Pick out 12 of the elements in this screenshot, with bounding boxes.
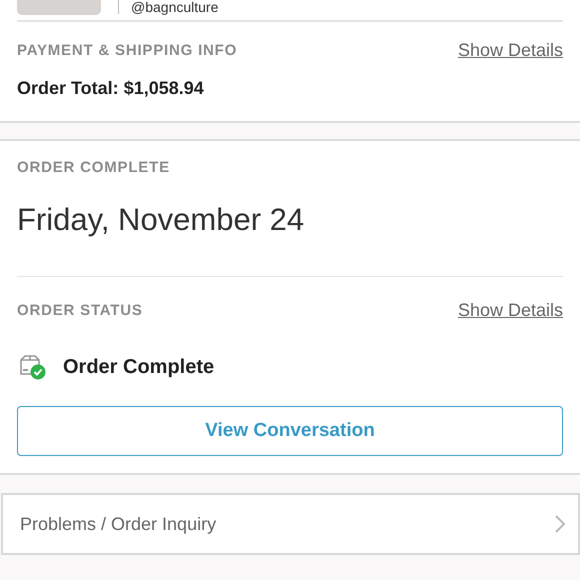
seller-handle: @bagnculture <box>131 0 218 15</box>
section-heading: ORDER COMPLETE <box>17 159 170 176</box>
show-details-link[interactable]: Show Details <box>458 40 563 61</box>
view-conversation-button[interactable]: View Conversation <box>17 406 563 456</box>
section-heading: ORDER STATUS <box>17 302 143 319</box>
order-total: Order Total: $1,058.94 <box>17 77 205 100</box>
section-heading: PAYMENT & SHIPPING INFO <box>17 42 238 59</box>
inquiry-row[interactable]: Problems / Order Inquiry <box>1 493 580 555</box>
show-details-link[interactable]: Show Details <box>458 300 563 321</box>
chevron-right-icon <box>554 514 566 534</box>
status-text: Order Complete <box>63 356 214 378</box>
completion-date: Friday, November 24 <box>17 176 563 277</box>
